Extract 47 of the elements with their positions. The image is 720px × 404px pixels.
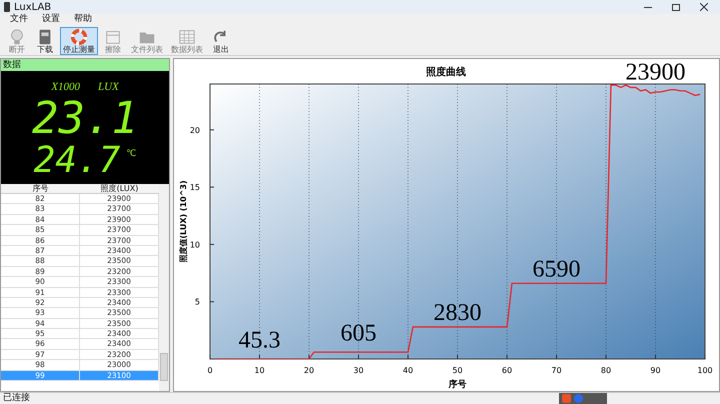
lifebuoy-icon [69, 28, 89, 46]
maximize-icon[interactable] [672, 4, 680, 10]
scrollbar[interactable] [159, 184, 169, 391]
x-tick-label: 0 [207, 366, 213, 375]
temperature-unit: ℃ [126, 148, 136, 160]
value-annotation: 45.3 [238, 328, 280, 354]
toolbar-button[interactable]: 停止测量 [60, 26, 98, 54]
chart-title: 照度曲线 [426, 67, 466, 78]
x-tick-label: 10 [254, 366, 265, 375]
x-tick-label: 40 [402, 366, 414, 375]
menu-item[interactable]: 文件 [10, 13, 28, 27]
y-tick-label: 5 [194, 298, 200, 307]
close-icon[interactable] [700, 3, 708, 11]
x-tick-label: 90 [650, 366, 661, 375]
scrollbar-thumb[interactable] [160, 353, 168, 381]
y-tick-label: 20 [190, 126, 200, 135]
menu-item[interactable]: 帮助 [74, 13, 92, 27]
value-annotation: 605 [340, 320, 376, 347]
x-tick-label: 20 [304, 366, 314, 375]
app-icon [4, 2, 10, 12]
panel-header: 数据 [1, 59, 169, 71]
value-annotation: 23900 [626, 59, 686, 86]
x-tick-label: 30 [353, 366, 364, 375]
window-title: LuxLAB [14, 0, 52, 14]
unit-label: LUX [98, 80, 119, 95]
y-tick-label: 10 [190, 240, 200, 250]
x-tick-label: 50 [452, 366, 463, 375]
value-annotation: 6590 [532, 256, 580, 282]
x-tick-label: 70 [551, 366, 562, 375]
menu-item[interactable]: 设置 [42, 13, 60, 27]
toolbar-button[interactable]: 退出 [208, 26, 234, 54]
x-tick-label: 60 [502, 366, 512, 375]
toolbar-button[interactable]: 下载 [32, 26, 58, 54]
value-annotation: 2830 [434, 300, 482, 326]
x-tick-label: 80 [600, 366, 612, 375]
x-tick-label: 100 [697, 366, 713, 375]
x-axis-label: 序号 [448, 380, 466, 390]
multiplier-label: X1000 [51, 80, 80, 95]
y-axis-label: 照度值(LUX) (10^3) [179, 180, 188, 263]
grid-icon [177, 28, 197, 46]
column-header[interactable]: 照度(LUX) [80, 184, 159, 193]
minimize-icon[interactable] [644, 6, 652, 8]
status-text: 已连接 [3, 392, 30, 404]
temperature-reading: 24.7 [34, 142, 120, 180]
column-header[interactable]: 序号 [1, 184, 80, 193]
illuminance-reading: 23.1 [32, 96, 138, 142]
y-tick-label: 15 [190, 183, 200, 192]
